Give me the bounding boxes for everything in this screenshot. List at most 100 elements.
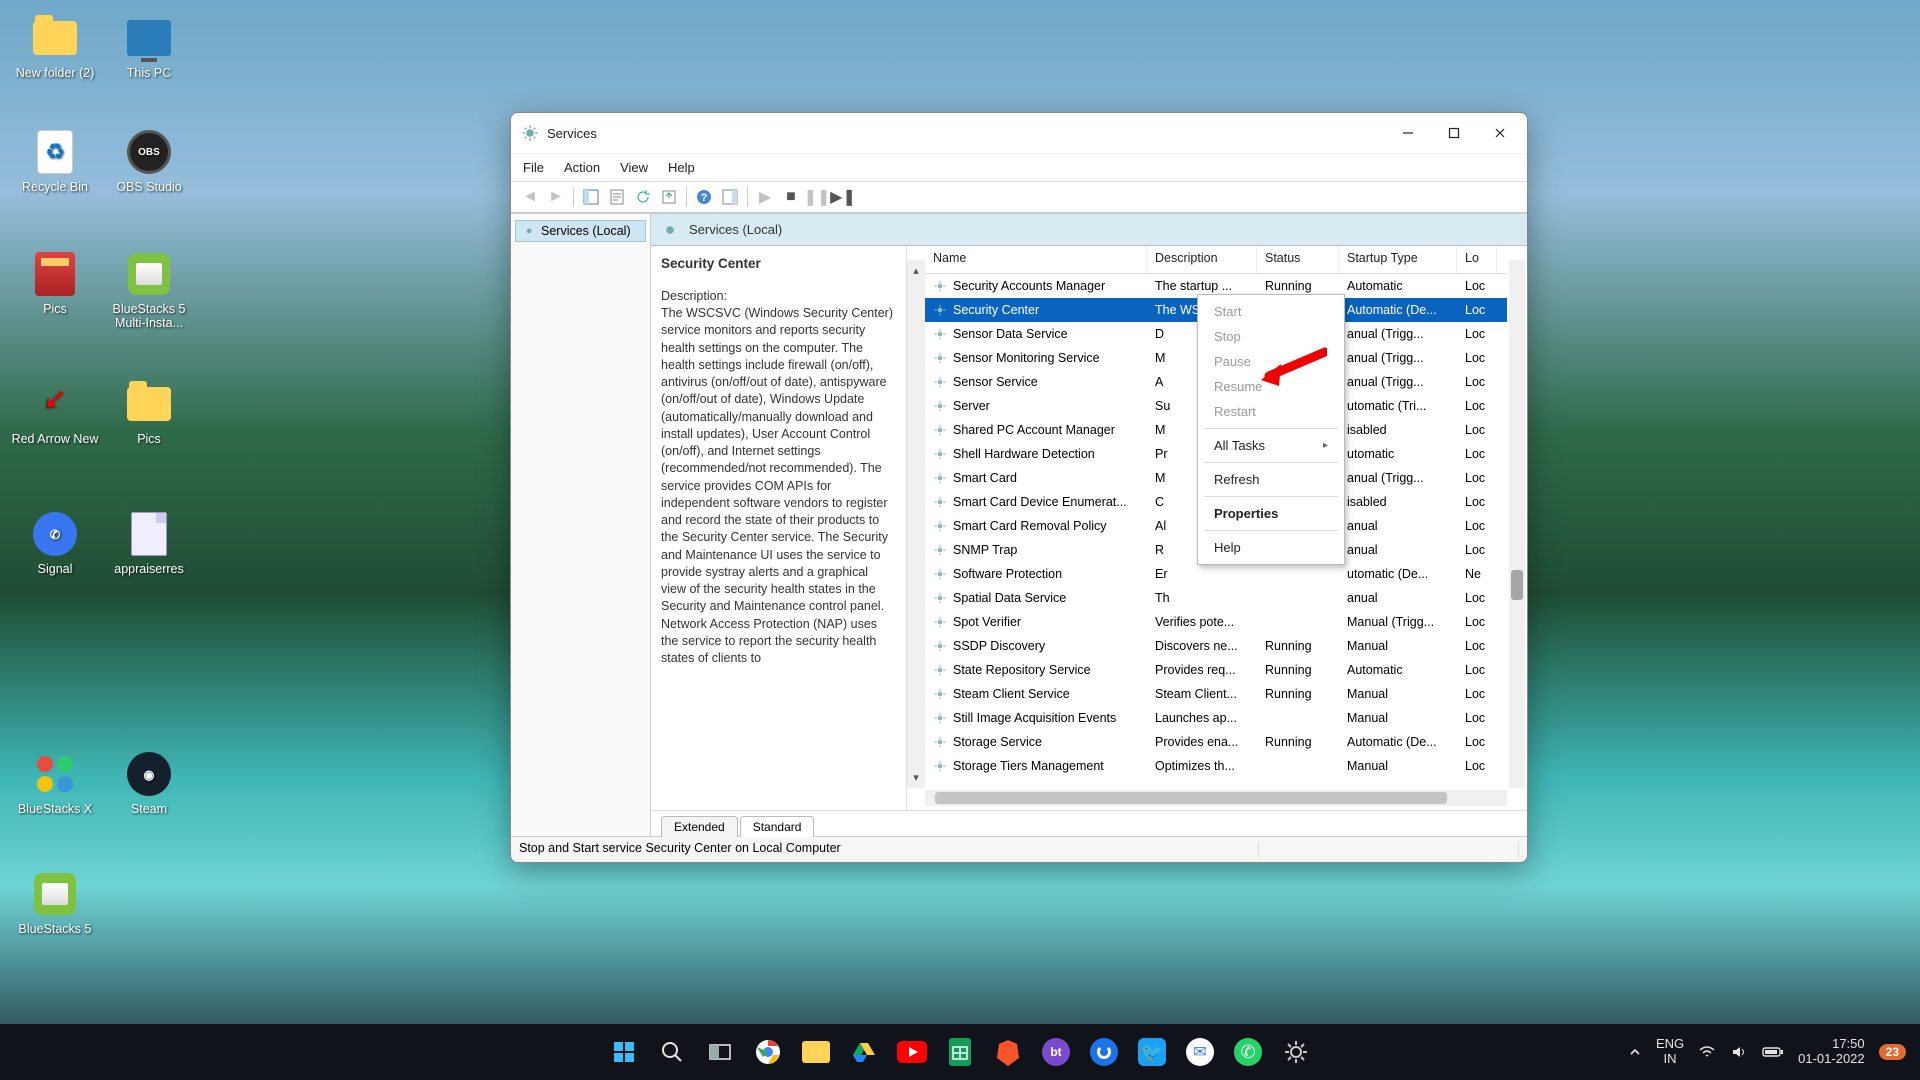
bs5-icon [31, 870, 79, 918]
taskbar-chrome-icon[interactable] [749, 1033, 787, 1071]
desktop-icon-new-folder-2[interactable]: New folder (2) [10, 14, 100, 80]
cell-description: Provides ena... [1147, 735, 1257, 749]
language-indicator[interactable]: ENG IN [1656, 1037, 1684, 1067]
menu-action[interactable]: Action [564, 160, 600, 175]
taskbar-youtube-icon[interactable] [893, 1033, 931, 1071]
desktop-icon-pics-1[interactable]: Pics [10, 250, 100, 316]
cell-status: Running [1257, 735, 1339, 749]
titlebar[interactable]: Services [511, 113, 1527, 153]
service-row[interactable]: Storage ServiceProvides ena...RunningAut… [925, 730, 1507, 754]
battery-icon[interactable] [1762, 1045, 1784, 1059]
cell-name: Steam Client Service [925, 687, 1147, 701]
service-row[interactable]: SSDP DiscoveryDiscovers ne...RunningManu… [925, 634, 1507, 658]
menu-help[interactable]: Help [668, 160, 695, 175]
ctx-refresh[interactable]: Refresh [1198, 467, 1344, 492]
export-icon[interactable] [658, 186, 680, 208]
taskbar-signal-icon[interactable]: ✉ [1181, 1033, 1219, 1071]
service-row[interactable]: Software ProtectionErutomatic (De...Ne [925, 562, 1507, 586]
col-status[interactable]: Status [1257, 246, 1339, 273]
action-pane-icon[interactable] [719, 186, 741, 208]
restart-service-icon[interactable]: ▶❚ [832, 186, 854, 208]
col-description[interactable]: Description [1147, 246, 1257, 273]
taskbar-bt-icon[interactable]: bt [1037, 1033, 1075, 1071]
refresh-icon[interactable] [632, 186, 654, 208]
tab-standard[interactable]: Standard [740, 816, 815, 837]
taskbar-whatsapp-icon[interactable]: ✆ [1229, 1033, 1267, 1071]
cell-logon: Loc [1457, 519, 1497, 533]
clock[interactable]: 17:50 01-01-2022 [1798, 1037, 1865, 1067]
taskbar-brave-icon[interactable] [989, 1033, 1027, 1071]
main-label: Services (Local) [689, 222, 782, 237]
taskbar-twitter-icon[interactable]: 🐦 [1133, 1033, 1171, 1071]
column-headers[interactable]: Name Description Status Startup Type Lo [925, 246, 1507, 274]
desktop-icon-appraiserres[interactable]: appraiserres [104, 510, 194, 576]
service-row[interactable]: State Repository ServiceProvides req...R… [925, 658, 1507, 682]
col-logon[interactable]: Lo [1457, 246, 1497, 273]
cell-logon: Loc [1457, 495, 1497, 509]
maximize-button[interactable] [1431, 113, 1477, 153]
ctx-resume: Resume [1198, 374, 1344, 399]
tray-chevron-icon[interactable] [1628, 1045, 1642, 1059]
taskbar-claude-icon[interactable] [1085, 1033, 1123, 1071]
minimize-button[interactable] [1385, 113, 1431, 153]
desktop-icon-signal[interactable]: ✆Signal [10, 510, 100, 576]
context-menu: StartStopPauseResumeRestartAll Tasks▸Ref… [1197, 294, 1345, 565]
taskbar-drive-icon[interactable] [845, 1033, 883, 1071]
desktop-icon-this-pc[interactable]: This PC [104, 14, 194, 80]
notification-badge[interactable]: 23 [1879, 1044, 1906, 1060]
scroll-buttons-left[interactable]: ▴▾ [907, 260, 925, 788]
tree-services-local[interactable]: Services (Local) [515, 220, 646, 242]
vertical-scrollbar[interactable] [1509, 260, 1525, 788]
taskbar-sheets-icon[interactable] [941, 1033, 979, 1071]
cell-description: Er [1147, 567, 1257, 581]
desktop-icon-bluestacks-5[interactable]: BlueStacks 5 [10, 870, 100, 936]
taskbar-start-icon[interactable] [605, 1033, 643, 1071]
desktop-icon-steam[interactable]: ◉Steam [104, 750, 194, 816]
taskbar-files-icon[interactable] [797, 1033, 835, 1071]
help-icon[interactable]: ? [693, 186, 715, 208]
service-row[interactable]: Storage Tiers ManagementOptimizes th...M… [925, 754, 1507, 778]
ctx-all-tasks[interactable]: All Tasks▸ [1198, 433, 1344, 458]
cell-description: Provides req... [1147, 663, 1257, 677]
tab-extended[interactable]: Extended [661, 816, 738, 837]
taskbar-taskview-icon[interactable] [701, 1033, 739, 1071]
taskbar[interactable]: bt 🐦 ✉ ✆ ENG IN 17:50 01-01-2022 23 [0, 1024, 1920, 1080]
desktop[interactable]: New folder (2)This PCRecycle BinOBSOBS S… [0, 0, 1920, 1080]
taskbar-search-icon[interactable] [653, 1033, 691, 1071]
back-icon[interactable]: ◄ [519, 186, 541, 208]
col-startup-type[interactable]: Startup Type [1339, 246, 1457, 273]
pause-service-icon[interactable]: ❚❚ [806, 186, 828, 208]
properties-icon[interactable] [606, 186, 628, 208]
cell-name: Smart Card Device Enumerat... [925, 495, 1147, 509]
desktop-icon-red-arrow-new[interactable]: Red Arrow New [10, 380, 100, 446]
desktop-icon-recycle-bin[interactable]: Recycle Bin [10, 128, 100, 194]
ctx-properties[interactable]: Properties [1198, 501, 1344, 526]
desktop-icon-obs-studio[interactable]: OBSOBS Studio [104, 128, 194, 194]
service-row[interactable]: Spatial Data ServiceThanualLoc [925, 586, 1507, 610]
start-service-icon[interactable]: ▶ [754, 186, 776, 208]
icon-label: Signal [38, 562, 73, 576]
obs-icon: OBS [125, 128, 173, 176]
wifi-icon[interactable] [1698, 1043, 1716, 1061]
service-row[interactable]: Spot VerifierVerifies pote...Manual (Tri… [925, 610, 1507, 634]
service-row[interactable]: Still Image Acquisition EventsLaunches a… [925, 706, 1507, 730]
forward-icon[interactable]: ► [545, 186, 567, 208]
cell-description: Verifies pote... [1147, 615, 1257, 629]
stop-service-icon[interactable]: ■ [780, 186, 802, 208]
menu-file[interactable]: File [523, 160, 544, 175]
cell-startup: anual (Trigg... [1339, 351, 1457, 365]
col-name[interactable]: Name [925, 246, 1147, 273]
horizontal-scrollbar[interactable] [925, 790, 1507, 806]
cell-logon: Loc [1457, 663, 1497, 677]
ctx-help[interactable]: Help [1198, 535, 1344, 560]
service-row[interactable]: Steam Client ServiceSteam Client...Runni… [925, 682, 1507, 706]
menu-view[interactable]: View [620, 160, 648, 175]
volume-icon[interactable] [1730, 1043, 1748, 1061]
show-hide-tree-icon[interactable] [580, 186, 602, 208]
taskbar-settings-icon[interactable] [1277, 1033, 1315, 1071]
desktop-icon-pics-2[interactable]: Pics [104, 380, 194, 446]
close-button[interactable] [1477, 113, 1523, 153]
desktop-icon-bluestacks-x[interactable]: BlueStacks X [10, 750, 100, 816]
desktop-icon-bluestacks5-multi[interactable]: BlueStacks 5 Multi-Insta... [104, 250, 194, 330]
cell-name: Still Image Acquisition Events [925, 711, 1147, 725]
